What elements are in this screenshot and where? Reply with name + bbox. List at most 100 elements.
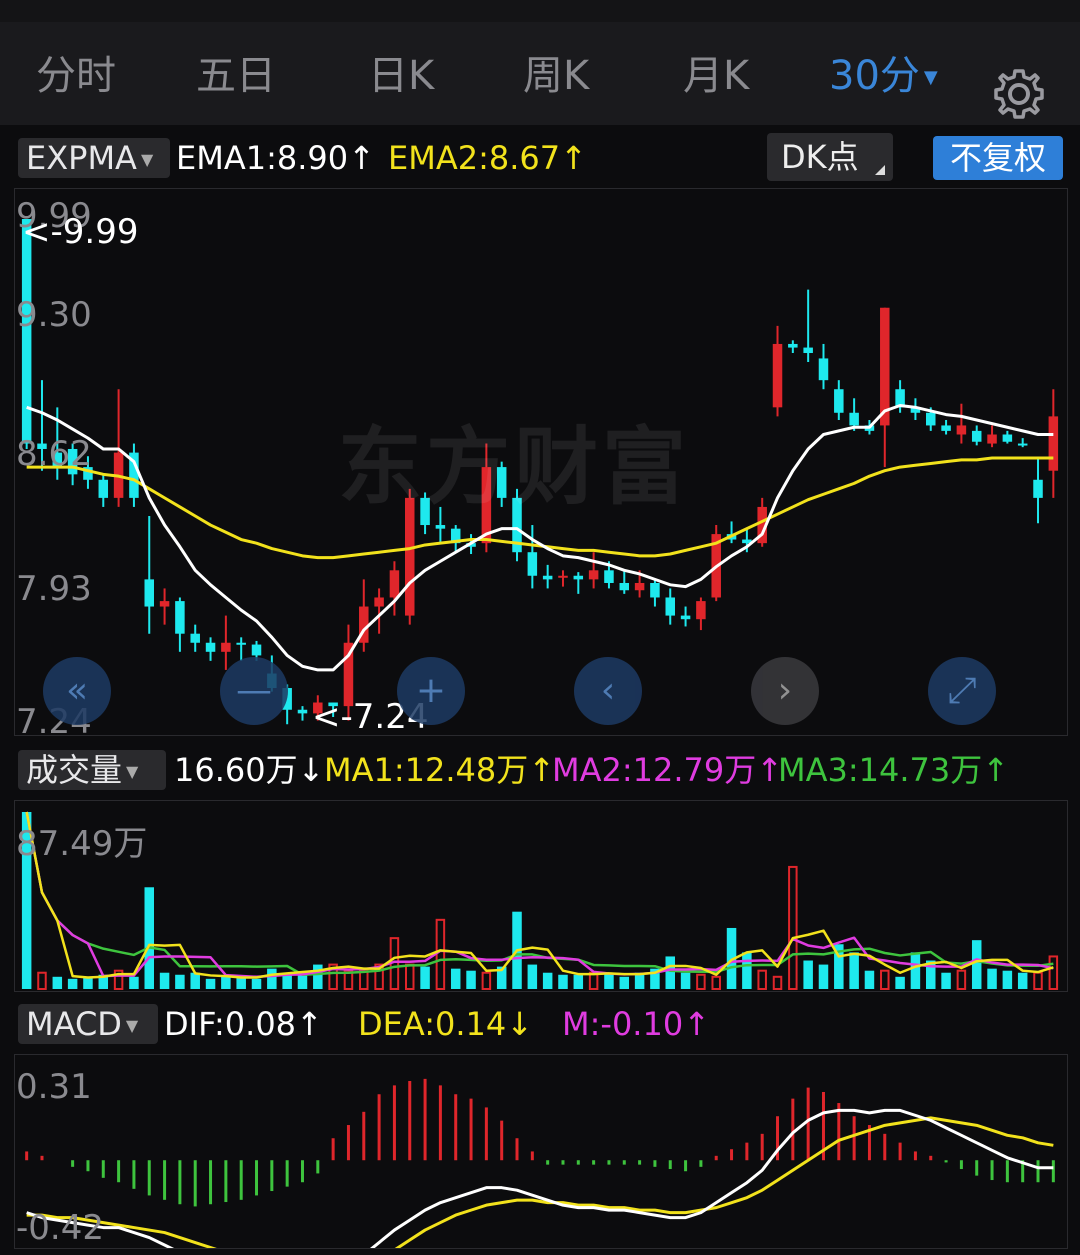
volume-bar: [880, 969, 890, 990]
candle-body: [604, 570, 614, 583]
candle-body: [527, 552, 538, 576]
volume-bar: [1048, 955, 1059, 990]
volume-bar: [542, 972, 553, 989]
macd-indicator-bar: MACD ▼ DIF:0.08↑ DEA:0.14↓ M:-0.10↑: [0, 996, 1080, 1050]
volume-bar: [680, 972, 691, 989]
volume-bar: [803, 960, 813, 989]
candle-body: [956, 425, 967, 435]
candle-body: [634, 582, 645, 591]
dk-point-button[interactable]: DK点: [767, 133, 893, 181]
candle-body: [1002, 434, 1013, 442]
volume-indicator-name: 成交量: [26, 751, 123, 789]
tab-day-k[interactable]: 日K: [368, 52, 434, 100]
volume-current: 16.60万↓: [174, 750, 324, 790]
volume-dropdown[interactable]: 成交量 ▼: [18, 750, 166, 790]
vol-ma2: MA2:12.79万↑: [552, 750, 783, 790]
volume-bar: [711, 975, 721, 991]
vol-ma1-line: [25, 811, 1054, 979]
watermark: 东方财富: [338, 418, 691, 516]
macd-dropdown[interactable]: MACD ▼: [18, 1004, 158, 1044]
macd-chart-svg: [25, 1078, 1055, 1255]
candle-body: [297, 709, 308, 714]
volume-bar: [864, 970, 875, 989]
candle-body: [205, 642, 216, 652]
candle-body: [236, 642, 246, 645]
volume-bar: [757, 969, 767, 990]
volume-chart[interactable]: [14, 800, 1068, 992]
candle-body: [588, 570, 599, 580]
candle-body: [98, 479, 109, 498]
candle-body: [1033, 479, 1043, 498]
chevron-right-icon: ›: [777, 670, 793, 711]
fullscreen-button[interactable]: ⤢: [928, 657, 996, 725]
caret-down-icon: ▼: [140, 150, 154, 169]
expand-icon: ⤢: [947, 670, 977, 711]
tab-30min[interactable]: 30分 ▼: [829, 52, 938, 102]
vol-ma3-line: [25, 811, 1054, 977]
zoom-out-button[interactable]: —: [220, 657, 288, 725]
volume-bar: [159, 972, 170, 989]
macd-chart[interactable]: [14, 1054, 1068, 1255]
candle-body: [788, 343, 798, 348]
candle-body: [1017, 443, 1028, 446]
macd-top-label: 0.31: [16, 1067, 92, 1107]
volume-bar: [665, 956, 676, 989]
fast-back-button[interactable]: «: [43, 657, 111, 725]
candle-body: [619, 582, 630, 591]
volume-bar: [205, 978, 216, 989]
period-tab-bar: 分时 五日 日K 周K 月K 30分 ▼: [0, 22, 1080, 125]
candle-body: [435, 525, 446, 529]
volume-bar: [190, 972, 200, 989]
volume-chart-svg: [21, 811, 1059, 991]
vol-ma3: MA3:14.73万↑: [778, 750, 1009, 790]
tab-week-k[interactable]: 周K: [523, 52, 589, 100]
candle-body: [159, 601, 170, 607]
candle-body: [834, 389, 844, 413]
candle-body: [772, 343, 783, 408]
macd-indicator-name: MACD: [26, 1005, 122, 1043]
ema2-arrow: ↑: [560, 139, 587, 177]
macd-dea-value: DEA:0.14: [358, 1005, 507, 1043]
candle-body: [665, 597, 676, 616]
gear-icon[interactable]: [992, 67, 1046, 121]
volume-bar: [251, 978, 262, 989]
minus-icon: —: [236, 670, 272, 711]
volume-bar: [466, 970, 476, 989]
volume-bar: [558, 974, 568, 989]
price-label-4: 7.93: [16, 569, 92, 609]
tab-month-k[interactable]: 月K: [683, 52, 749, 100]
next-button[interactable]: ›: [751, 657, 819, 725]
candle-body: [680, 615, 691, 620]
volume-bar: [849, 952, 859, 989]
volume-bar: [527, 964, 538, 989]
ema1-arrow: ↑: [348, 139, 375, 177]
tab-30min-label: 30分: [829, 53, 920, 99]
vol-ma3-arrow: ↑: [982, 751, 1010, 789]
volume-bar: [404, 963, 415, 991]
volume-bar: [910, 952, 921, 989]
high-marker: <-9.99: [22, 212, 139, 252]
volume-bar: [435, 918, 446, 990]
caret-down-icon: ▼: [125, 1016, 139, 1035]
volume-bar: [941, 972, 951, 989]
volume-bar: [818, 964, 829, 989]
volume-bar: [895, 976, 905, 989]
candle-body: [221, 642, 231, 652]
macd-dif-arrow: ↑: [296, 1005, 323, 1043]
zoom-in-button[interactable]: +: [397, 657, 465, 725]
candle-body: [190, 633, 200, 643]
macd-m: M:-0.10↑: [562, 1004, 710, 1044]
corner-triangle-icon: [875, 165, 885, 175]
tab-five-day[interactable]: 五日: [196, 52, 276, 100]
ema2-value: EMA2:8.67: [388, 139, 561, 177]
candle-body: [987, 434, 997, 444]
adjust-price-button[interactable]: 不复权: [933, 136, 1063, 180]
tab-fenshi[interactable]: 分时: [36, 52, 116, 100]
indicator-dropdown[interactable]: EXPMA ▼: [18, 138, 170, 178]
volume-bar: [481, 971, 492, 991]
chevron-left-icon: ‹: [600, 670, 616, 711]
candle-body: [558, 575, 568, 578]
volume-current-value: 16.60万: [174, 751, 298, 789]
candle-body: [175, 601, 185, 634]
prev-button[interactable]: ‹: [574, 657, 642, 725]
